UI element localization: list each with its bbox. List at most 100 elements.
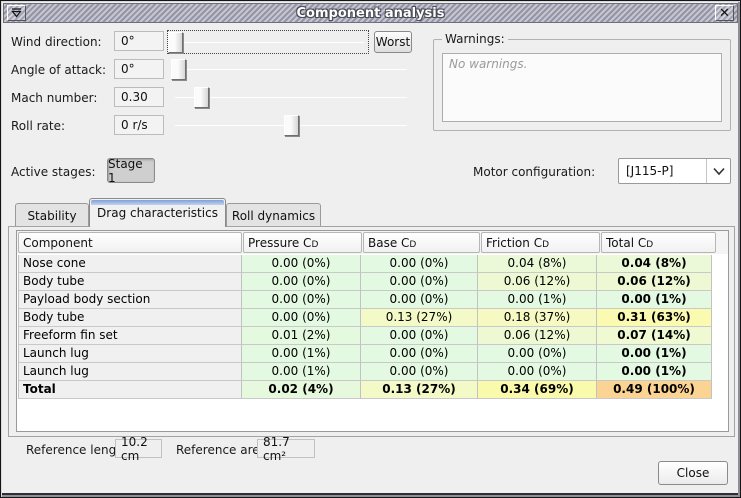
value-cell: 0.00 (0%): [242, 273, 361, 291]
angle-of-attack-slider-thumb[interactable]: [171, 59, 186, 80]
warnings-group-title: Warnings:: [442, 32, 508, 46]
motor-configuration-label: Motor configuration:: [473, 165, 595, 179]
wind-direction-slider-thumb[interactable]: [168, 32, 183, 53]
value-cell: 0.00 (0%): [361, 363, 478, 381]
slider-track: [175, 69, 407, 70]
col-header-subscript: D: [542, 240, 549, 250]
reference-length-value: 10.2 cm: [115, 439, 162, 458]
table-row[interactable]: Nose cone0.00 (0%)0.00 (0%)0.04 (8%)0.04…: [18, 255, 727, 273]
value-cell: 0.06 (12%): [478, 327, 597, 345]
mach-number-label: Mach number:: [11, 91, 97, 105]
drag-characteristics-panel: Component Pressure CD Base CD Friction C…: [8, 226, 735, 437]
value-cell: 0.01 (2%): [242, 327, 361, 345]
value-cell: 0.00 (0%): [361, 273, 478, 291]
component-cell: Body tube: [18, 309, 242, 327]
col-header-label: Component: [23, 236, 93, 250]
mach-number-slider-thumb[interactable]: [194, 87, 209, 108]
stage-1-toggle-button[interactable]: Stage 1: [107, 158, 155, 183]
active-stages-label: Active stages:: [11, 165, 96, 179]
table-row[interactable]: Body tube0.00 (0%)0.13 (27%)0.18 (37%)0.…: [18, 309, 727, 327]
chevron-down-icon: [706, 159, 730, 183]
window-close-button[interactable]: ✕: [715, 5, 734, 21]
col-header-subscript: D: [409, 240, 416, 250]
value-cell: 0.06 (12%): [597, 273, 712, 291]
worst-button[interactable]: Worst: [374, 31, 412, 53]
col-header-label: Total C: [606, 236, 646, 250]
value-cell: 0.02 (4%): [242, 381, 361, 399]
slider-track: [172, 42, 364, 43]
value-cell: 0.06 (12%): [478, 273, 597, 291]
value-cell: 0.00 (1%): [242, 363, 361, 381]
value-cell: 0.00 (0%): [242, 255, 361, 273]
col-header-base-cd[interactable]: Base CD: [363, 232, 480, 253]
value-cell: 0.00 (0%): [478, 345, 597, 363]
motor-configuration-select[interactable]: [J115-P]: [618, 158, 731, 184]
value-cell: 0.04 (8%): [478, 255, 597, 273]
component-analysis-dialog: Component analysis ✕ Wind direction: Ang…: [0, 0, 741, 498]
value-cell: 0.13 (27%): [361, 309, 478, 327]
col-header-pressure-cd[interactable]: Pressure CD: [243, 232, 362, 253]
title-bar[interactable]: Component analysis ✕: [3, 3, 738, 23]
roll-rate-slider[interactable]: [171, 114, 411, 138]
value-cell: 0.00 (1%): [478, 291, 597, 309]
col-header-subscript: D: [311, 240, 318, 250]
col-header-friction-cd[interactable]: Friction CD: [481, 232, 600, 253]
value-cell: 0.00 (1%): [597, 291, 712, 309]
mach-number-slider[interactable]: [171, 86, 411, 110]
value-cell: 0.49 (100%): [597, 381, 712, 399]
value-cell: 0.13 (27%): [361, 381, 478, 399]
col-header-total-cd[interactable]: Total CD: [601, 232, 716, 253]
col-header-subscript: D: [646, 240, 653, 250]
drag-table: Component Pressure CD Base CD Friction C…: [16, 230, 729, 432]
table-row[interactable]: Launch lug0.00 (1%)0.00 (0%)0.00 (0%)0.0…: [18, 345, 727, 363]
wind-direction-field[interactable]: 0°: [114, 31, 164, 51]
table-row[interactable]: Freeform fin set0.01 (2%)0.00 (0%)0.06 (…: [18, 327, 727, 345]
value-cell: 0.00 (0%): [361, 255, 478, 273]
col-header-label: Friction C: [486, 236, 542, 250]
drag-table-body: Nose cone0.00 (0%)0.00 (0%)0.04 (8%)0.04…: [18, 255, 727, 399]
component-cell: Launch lug: [18, 345, 242, 363]
drag-table-header: Component Pressure CD Base CD Friction C…: [17, 231, 728, 254]
value-cell: 0.04 (8%): [597, 255, 712, 273]
component-cell: Body tube: [18, 273, 242, 291]
roll-rate-slider-thumb[interactable]: [284, 115, 299, 136]
value-cell: 0.00 (1%): [597, 345, 712, 363]
col-header-component[interactable]: Component: [18, 232, 242, 253]
component-cell: Launch lug: [18, 363, 242, 381]
value-cell: 0.18 (37%): [478, 309, 597, 327]
component-cell: Nose cone: [18, 255, 242, 273]
value-cell: 0.34 (69%): [478, 381, 597, 399]
motor-configuration-value: [J115-P]: [619, 164, 706, 178]
close-button[interactable]: Close: [658, 461, 728, 485]
value-cell: 0.07 (14%): [597, 327, 712, 345]
warnings-list: No warnings.: [442, 53, 722, 122]
table-row[interactable]: Total0.02 (4%)0.13 (27%)0.34 (69%)0.49 (…: [18, 381, 727, 399]
slider-track: [175, 97, 407, 98]
reference-area-value: 81.7 cm²: [257, 439, 315, 458]
value-cell: 0.00 (1%): [597, 363, 712, 381]
value-cell: 0.00 (0%): [361, 327, 478, 345]
wind-direction-slider[interactable]: [167, 30, 369, 54]
component-cell: Total: [18, 381, 242, 399]
value-cell: 0.00 (0%): [242, 309, 361, 327]
col-header-label: Base C: [368, 236, 409, 250]
angle-of-attack-label: Angle of attack:: [11, 63, 106, 77]
angle-of-attack-field[interactable]: 0°: [114, 59, 164, 79]
tab-stability[interactable]: Stability: [15, 203, 89, 227]
warnings-group: Warnings: No warnings.: [433, 39, 731, 131]
component-cell: Payload body section: [18, 291, 242, 309]
table-row[interactable]: Payload body section0.00 (0%)0.00 (0%)0.…: [18, 291, 727, 309]
table-row[interactable]: Launch lug0.00 (1%)0.00 (0%)0.00 (0%)0.0…: [18, 363, 727, 381]
value-cell: 0.31 (63%): [597, 309, 712, 327]
close-icon: ✕: [719, 7, 730, 20]
tab-drag-characteristics[interactable]: Drag characteristics: [89, 198, 226, 227]
angle-of-attack-slider[interactable]: [171, 58, 411, 82]
window-title: Component analysis: [4, 6, 737, 21]
table-row[interactable]: Body tube0.00 (0%)0.00 (0%)0.06 (12%)0.0…: [18, 273, 727, 291]
value-cell: 0.00 (0%): [361, 291, 478, 309]
roll-rate-label: Roll rate:: [11, 119, 65, 133]
mach-number-field[interactable]: 0.30: [114, 87, 164, 107]
roll-rate-field[interactable]: 0 r/s: [114, 115, 164, 135]
tab-roll-dynamics[interactable]: Roll dynamics: [226, 203, 321, 227]
wind-direction-label: Wind direction:: [11, 35, 102, 49]
